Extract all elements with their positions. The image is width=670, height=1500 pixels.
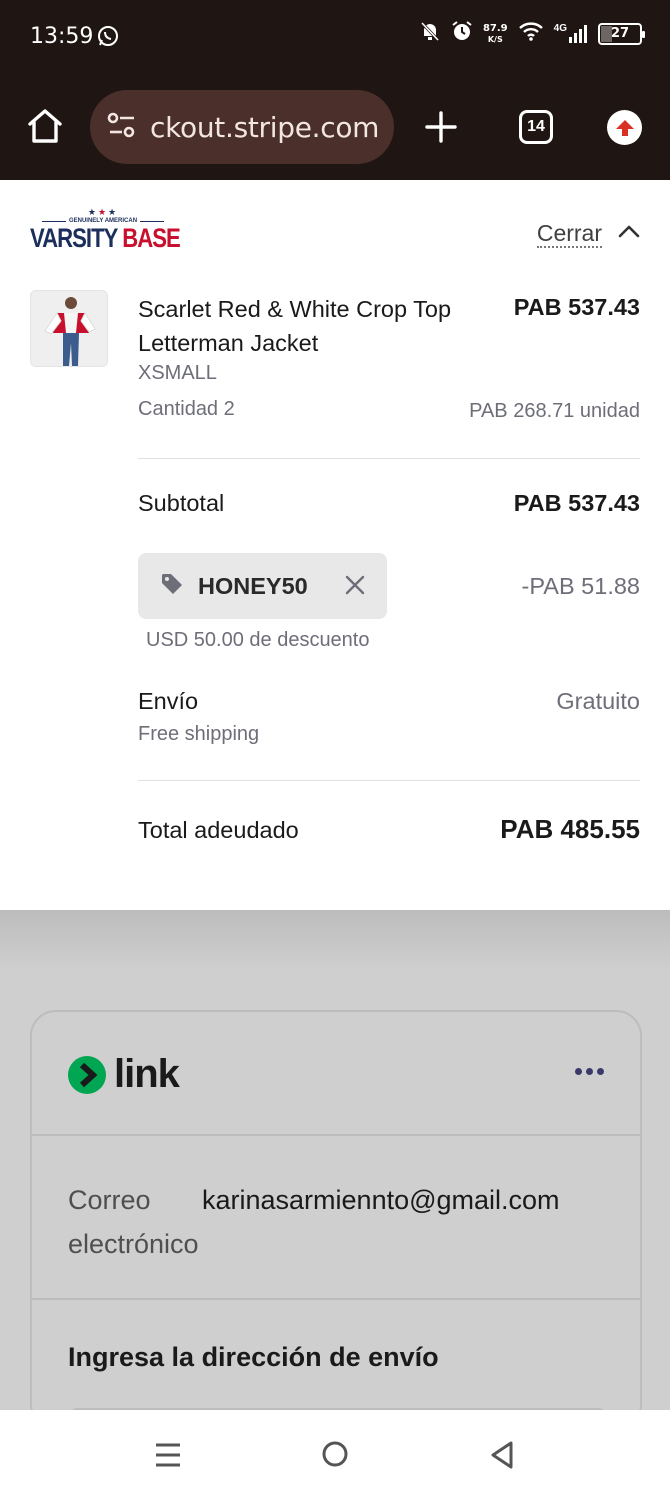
order-summary: ★★★ GENUINELY AMERICAN VARSITY BASE Cerr… xyxy=(0,180,670,910)
link-payment-card: link Correo electrónico karinasarmiennto… xyxy=(30,1010,642,1430)
promo-code: HONEY50 xyxy=(198,572,308,599)
promo-description: USD 50.00 de descuento xyxy=(146,629,370,651)
site-settings-icon[interactable] xyxy=(106,111,138,144)
subtotal-label: Subtotal xyxy=(138,490,225,516)
back-triangle-icon xyxy=(491,1441,513,1469)
summary-shadow xyxy=(0,910,670,970)
total-value: PAB 485.55 xyxy=(500,814,640,844)
brand-logo[interactable]: ★★★ GENUINELY AMERICAN VARSITY BASE xyxy=(30,207,181,253)
product-variant: XSMALL xyxy=(138,362,217,384)
product-unit-price: PAB 268.71 unidad xyxy=(469,400,640,422)
wifi-icon xyxy=(518,20,544,47)
battery-percent: 27 xyxy=(610,26,630,41)
logo-word-varsity: VARSITY xyxy=(30,223,118,253)
email-row[interactable]: Correo electrónico karinasarmiennto@gmai… xyxy=(32,1136,640,1300)
shipping-address-title: Ingresa la dirección de envío xyxy=(68,1342,439,1372)
promo-discount-amount: -PAB 51.88 xyxy=(521,573,640,599)
network-speed-unit: K/S xyxy=(487,34,503,44)
product-thumbnail xyxy=(30,290,108,367)
notifications-off-icon xyxy=(419,20,441,47)
browser-toolbar: ckout.stripe.com 14 xyxy=(0,76,670,180)
network-speed: 87.9 K/S xyxy=(483,23,508,45)
circle-home-icon xyxy=(322,1441,348,1467)
shipping-cost: Gratuito xyxy=(556,688,640,714)
arrow-up-icon xyxy=(615,119,634,136)
battery-indicator: 27 xyxy=(598,22,645,45)
update-button[interactable] xyxy=(607,110,642,145)
link-wordmark: link xyxy=(114,1052,180,1096)
tab-switcher-button[interactable]: 14 xyxy=(519,110,553,144)
logo-stars: ★★★ xyxy=(87,207,119,217)
product-name: Scarlet Red & White Crop Top Letterman J… xyxy=(138,296,452,356)
network-speed-value: 87.9 xyxy=(482,22,508,34)
menu-icon xyxy=(156,1443,180,1467)
home-button[interactable] xyxy=(26,108,64,149)
new-tab-button[interactable] xyxy=(424,110,458,149)
divider xyxy=(138,780,640,781)
email-value: karinasarmiennto@gmail.com xyxy=(202,1185,560,1215)
logo-word-base: BASE xyxy=(122,223,181,253)
recent-apps-button[interactable] xyxy=(154,1442,182,1473)
email-label: Correo electrónico xyxy=(68,1185,199,1259)
more-options-icon[interactable] xyxy=(575,1068,604,1075)
chevron-up-icon[interactable] xyxy=(618,224,640,243)
home-nav-button[interactable] xyxy=(321,1440,349,1473)
logo-wordmark: VARSITY BASE xyxy=(30,223,181,253)
url-text: ckout.stripe.com xyxy=(150,110,380,144)
total-label: Total adeudado xyxy=(138,817,299,843)
tag-icon xyxy=(160,572,184,601)
status-time: 13:59 xyxy=(30,24,94,49)
link-chevron-icon xyxy=(68,1055,106,1094)
shipping-method: Free shipping xyxy=(138,723,260,745)
promo-code-chip: HONEY50 xyxy=(138,553,387,619)
signal-label: 4G xyxy=(553,22,567,34)
cell-signal-icon: 4G xyxy=(553,22,588,44)
close-summary-link[interactable]: Cerrar xyxy=(536,220,602,248)
status-bar: 13:59 87.9 K/S 4G 27 xyxy=(0,0,670,76)
shipping-label: Envío xyxy=(138,688,199,714)
system-nav-bar xyxy=(0,1410,670,1500)
address-bar[interactable]: ckout.stripe.com xyxy=(90,90,394,164)
product-price: PAB 537.43 xyxy=(513,294,640,320)
tab-count: 14 xyxy=(527,118,545,135)
product-quantity: Cantidad 2 xyxy=(138,398,235,420)
plus-icon xyxy=(425,111,457,143)
close-icon xyxy=(345,575,365,595)
whatsapp-icon xyxy=(96,24,120,53)
link-header: link xyxy=(32,1012,640,1136)
link-logo: link xyxy=(68,1052,180,1097)
divider xyxy=(138,458,640,459)
status-icons: 87.9 K/S 4G 27 xyxy=(419,20,645,47)
home-icon xyxy=(28,109,62,143)
alarm-icon xyxy=(451,20,473,47)
back-nav-button[interactable] xyxy=(489,1440,515,1475)
remove-promo-button[interactable] xyxy=(345,575,365,600)
subtotal-value: PAB 537.43 xyxy=(513,490,640,516)
